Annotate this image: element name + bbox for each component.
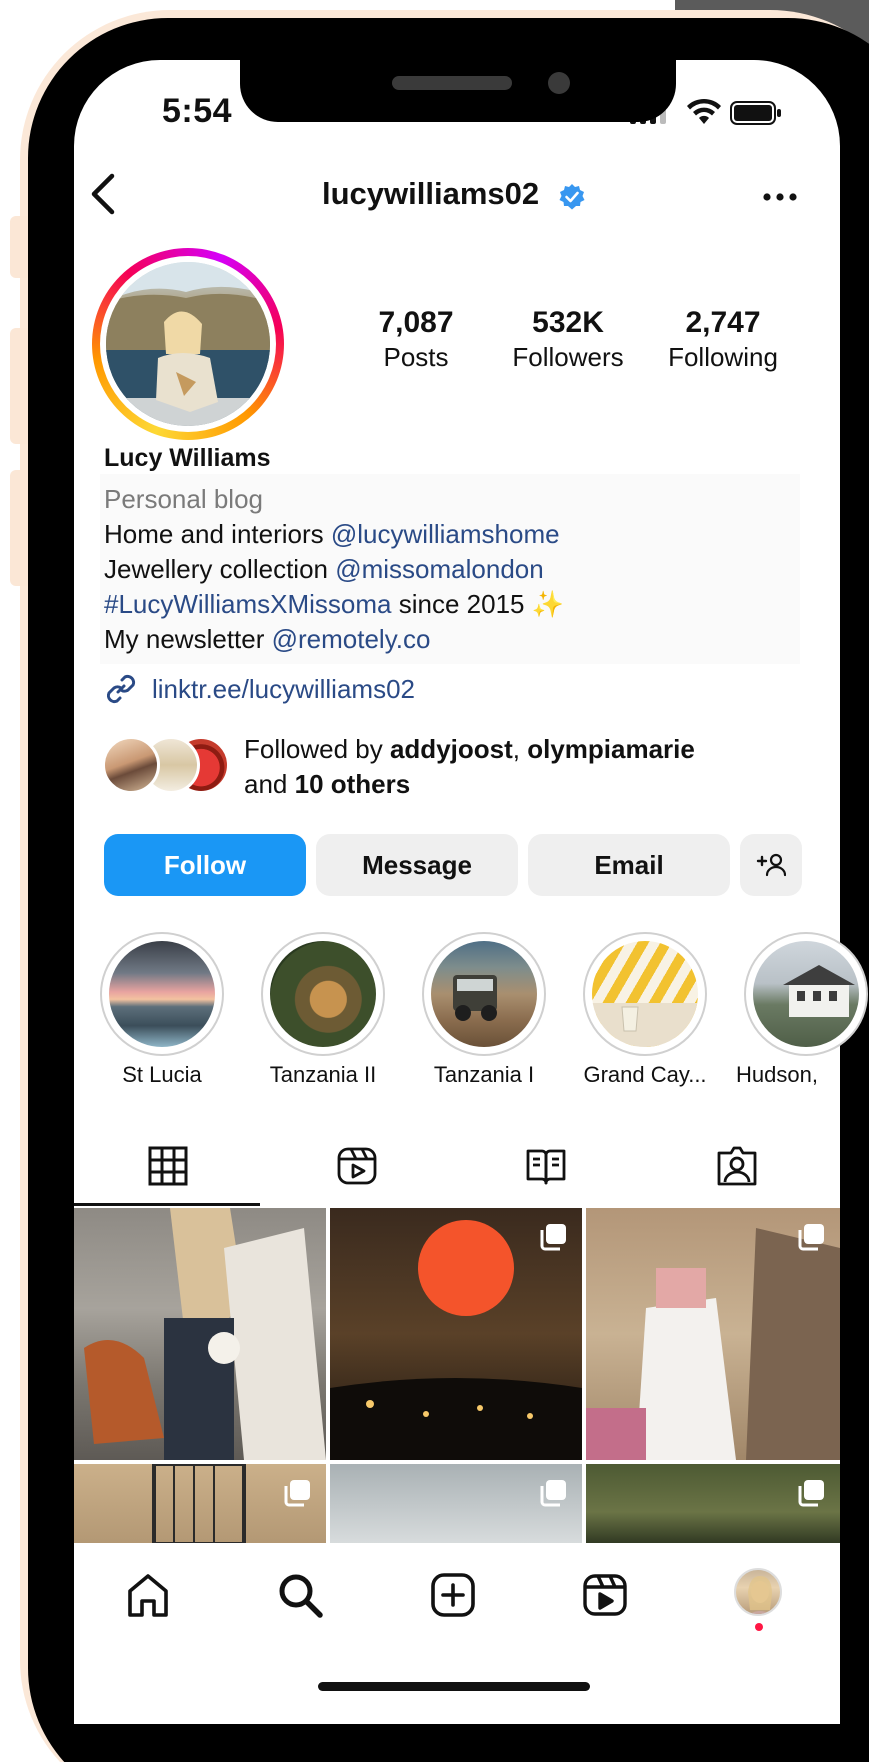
bio-hashtag[interactable]: #LucyWilliamsXMissoma — [104, 589, 392, 619]
stat-posts-count: 7,087 — [378, 306, 454, 339]
profile-link[interactable]: linktr.ee/lucywilliams02 — [104, 672, 415, 706]
bio-line-2: Jewellery collection @missomalondon — [104, 554, 544, 585]
stat-followers-count: 532K — [532, 306, 604, 339]
post-thumbnail[interactable] — [74, 1208, 326, 1460]
highlight-hudson[interactable] — [744, 932, 868, 1056]
bio-line-1: Home and interiors @lucywilliamshome — [104, 519, 560, 550]
highlight-art — [453, 975, 497, 1021]
bio-mention-missomalondon[interactable]: @missomalondon — [335, 554, 543, 584]
carousel-icon — [284, 1480, 310, 1507]
suggested-users-button[interactable] — [740, 834, 802, 896]
followed-by-and: and — [244, 769, 295, 799]
followed-by-prefix: Followed by — [244, 734, 390, 764]
followed-by-text[interactable]: Followed by addyjoost, olympiamarie and … — [244, 732, 695, 802]
highlight-label: St Lucia — [122, 1062, 202, 1087]
reels-icon[interactable] — [335, 1144, 379, 1188]
bio-line-3: #LucyWilliamsXMissoma since 2015 ✨ — [104, 589, 564, 620]
stat-followers-label: Followers — [512, 342, 624, 372]
follow-button[interactable]: Follow — [104, 834, 306, 896]
bio-mention-lucywilliamshome[interactable]: @lucywilliamshome — [331, 519, 560, 549]
stat-following-label: Following — [668, 342, 778, 372]
bio-line-4: My newsletter @remotely.co — [104, 624, 430, 655]
profile-avatar[interactable] — [106, 262, 270, 426]
bio-text: My newsletter — [104, 624, 272, 654]
stat-following[interactable]: 2,747 Following — [648, 306, 798, 374]
post-thumbnail[interactable] — [330, 1208, 582, 1460]
stat-posts-label: Posts — [383, 342, 449, 372]
home-icon[interactable] — [124, 1571, 172, 1619]
stat-followers[interactable]: 532K Followers — [493, 306, 643, 374]
profile-avatar-story-ring[interactable] — [92, 248, 284, 440]
email-button[interactable]: Email — [528, 834, 730, 896]
highlight-cover — [270, 941, 376, 1047]
stat-posts[interactable]: 7,087 Posts — [341, 306, 491, 374]
bio-text: Jewellery collection — [104, 554, 336, 584]
mutual-followers-avatars[interactable] — [102, 736, 232, 796]
highlight-cover — [592, 941, 698, 1047]
status-time: 5:54 — [162, 92, 233, 130]
highlight-label: Tanzania I — [433, 1062, 535, 1087]
bio-mention-remotely[interactable]: @remotely.co — [272, 624, 431, 654]
mutual-user-2: olympiamarie — [527, 734, 695, 764]
profile-username: lucywilliams02 — [322, 176, 540, 211]
link-icon — [106, 674, 136, 704]
highlight-cover — [109, 941, 215, 1047]
grid-icon[interactable] — [146, 1144, 190, 1188]
profile-link-text[interactable]: linktr.ee/lucywilliams02 — [152, 674, 415, 705]
carousel-icon — [540, 1480, 566, 1507]
notification-dot — [755, 1623, 763, 1631]
screenshot: 5:54 lucywilliams02 7,087 Posts 532K Fol… — [0, 0, 869, 1762]
add-person-icon — [756, 853, 786, 877]
avatar-photo — [106, 262, 270, 426]
highlight-label: Grand Cay... — [583, 1062, 707, 1087]
carousel-icon — [540, 1224, 566, 1251]
post-thumbnail[interactable] — [74, 1464, 326, 1543]
more-options-icon[interactable] — [762, 192, 798, 202]
active-tab-indicator — [74, 1203, 260, 1206]
post-thumbnail[interactable] — [586, 1208, 840, 1460]
profile-nav-avatar[interactable] — [734, 1568, 782, 1616]
highlight-label: Hudson, — [736, 1062, 818, 1087]
highlight-label: Tanzania II — [269, 1062, 377, 1087]
highlight-cover — [753, 941, 859, 1047]
message-button[interactable]: Message — [316, 834, 518, 896]
home-indicator[interactable] — [318, 1682, 590, 1691]
mutual-user-1: addyjoost — [389, 734, 513, 764]
back-icon[interactable] — [86, 172, 120, 216]
highlight-grand-cayman[interactable] — [583, 932, 707, 1056]
bio-text: Home and interiors — [104, 519, 331, 549]
notch-camera — [548, 72, 570, 94]
tagged-icon[interactable] — [715, 1144, 759, 1188]
reels-nav-icon[interactable] — [581, 1571, 629, 1619]
sparkles-emoji: ✨ — [531, 589, 565, 619]
search-icon[interactable] — [276, 1571, 324, 1619]
carousel-icon — [798, 1480, 824, 1507]
highlight-tanzania-ii[interactable] — [261, 932, 385, 1056]
post-image — [84, 1208, 326, 1460]
highlight-art — [592, 1003, 698, 1047]
highlight-st-lucia[interactable] — [100, 932, 224, 1056]
verified-icon — [559, 184, 585, 210]
wifi-icon — [687, 98, 721, 124]
posts-grid — [74, 1208, 840, 1543]
mutual-avatar — [102, 736, 160, 794]
guides-icon[interactable] — [524, 1144, 568, 1188]
highlight-tanzania-i[interactable] — [422, 932, 546, 1056]
post-thumbnail[interactable] — [330, 1464, 582, 1543]
stat-following-count: 2,747 — [685, 306, 761, 339]
post-thumbnail[interactable] — [586, 1464, 840, 1543]
highlight-cover — [431, 941, 537, 1047]
carousel-icon — [798, 1224, 824, 1251]
phone-notch — [240, 60, 676, 122]
battery-icon — [730, 101, 781, 125]
create-post-icon[interactable] — [429, 1571, 477, 1619]
highlight-art — [783, 965, 855, 1017]
notch-speaker — [392, 76, 512, 90]
bio-text: since 2015 — [391, 589, 532, 619]
profile-full-name: Lucy Williams — [104, 444, 271, 472]
profile-category: Personal blog — [104, 484, 263, 514]
mutual-others-count: 10 others — [294, 769, 411, 799]
followed-by-separator: , — [512, 734, 528, 764]
